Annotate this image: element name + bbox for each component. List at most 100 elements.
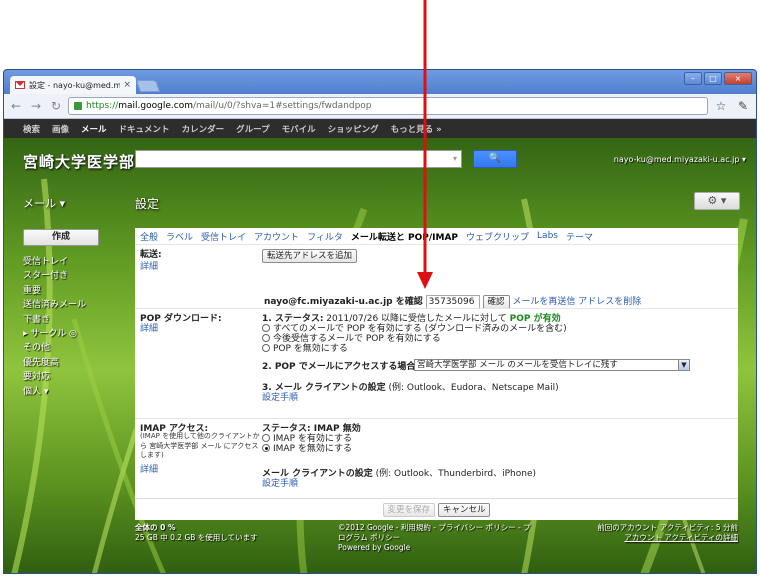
footer-links[interactable]: ©2012 Google - 利用規約 - プライバシー ポリシー - プログラ…	[338, 523, 531, 542]
address-bar[interactable]: https:// mail.google.com /mail/u/0/?shva…	[68, 97, 708, 115]
org-logo[interactable]: 宮崎大学医学部	[23, 151, 135, 172]
account-menu[interactable]: nayo-ku@med.miyazaki-u.ac.jp ▾	[614, 155, 746, 164]
pop-access-selected: 宮崎大学医学部 メール のメールを受信トレイに残す	[417, 360, 618, 370]
chevron-down-icon: ▼	[678, 360, 689, 370]
reload-icon[interactable]: ↻	[48, 98, 64, 114]
pop-disable-radio[interactable]	[262, 344, 270, 352]
mail-menu[interactable]: メール ▾	[23, 195, 65, 211]
nav-personal[interactable]: 個人 ▾	[23, 385, 133, 399]
imap-client-example: (例: Outlook、Thunderbird、iPhone)	[375, 469, 537, 479]
compose-button[interactable]: 作成	[23, 229, 99, 246]
gbar-documents[interactable]: ドキュメント	[119, 123, 170, 135]
activity-details-link[interactable]: アカウント アクティビティの詳細	[624, 533, 738, 542]
cancel-button[interactable]: キャンセル	[437, 503, 491, 517]
browser-toolbar: ← → ↻ https:// mail.google.com /mail/u/0…	[4, 94, 756, 119]
mail-search-input[interactable]: ▾	[135, 150, 462, 168]
search-options-icon[interactable]: ▾	[453, 154, 457, 163]
pop-section: POP ダウンロード: 詳細 1. ステータス: 2011/07/26 以降に受…	[135, 308, 738, 418]
maximize-button[interactable]: □	[704, 72, 722, 85]
nav-circles[interactable]: ▸ サークル ◎	[23, 327, 133, 341]
verify-address-label: nayo@fc.miyazaki-u.ac.jp を確認	[264, 297, 423, 307]
gmail-icon	[15, 81, 25, 89]
action-bar: 変更を保存 キャンセル	[135, 498, 738, 520]
tab-accounts[interactable]: アカウント	[254, 230, 299, 243]
browser-tab[interactable]: 設定 - nayo-ku@med.miyaz ×	[10, 76, 136, 94]
pop-access-select[interactable]: 宮崎大学医学部 メール のメールを受信トレイに残す ▼	[414, 359, 690, 371]
imap-section: IMAP アクセス: (IMAP を使用して他のクライアントから 宮崎大学医学部…	[135, 418, 738, 498]
gbar-images[interactable]: 画像	[52, 123, 69, 135]
imap-note: (IMAP を使用して他のクライアントから 宮崎大学医学部 メール にアクセスし…	[140, 432, 260, 459]
gbar-mobile[interactable]: モバイル	[282, 123, 316, 135]
url-scheme: https://	[86, 101, 119, 111]
gbar-calendar[interactable]: カレンダー	[182, 123, 225, 135]
tab-close-icon[interactable]: ×	[123, 80, 131, 90]
forwarding-section: 転送: 詳細 転送先アドレスを追加 nayo@fc.miyazaki-u.ac.…	[135, 244, 738, 309]
browser-window: 設定 - nayo-ku@med.miyaz × – □ × ← → ↻ htt…	[3, 69, 757, 574]
page-content: 検索 画像 メール ドキュメント カレンダー グループ モバイル ショッピング …	[4, 119, 756, 573]
powered-by: Powered by Google	[338, 543, 411, 552]
gbar-groups[interactable]: グループ	[236, 123, 270, 135]
imap-detail-link[interactable]: 詳細	[140, 462, 158, 475]
imap-disable-label: IMAP を無効にする	[273, 444, 352, 454]
forwarding-detail-link[interactable]: 詳細	[140, 259, 158, 272]
delete-address-link[interactable]: アドレスを削除	[578, 297, 641, 307]
url-host: mail.google.com	[118, 101, 193, 111]
imap-setup-link[interactable]: 設定手順	[262, 476, 298, 489]
storage-usage-title: 全体の 0 %	[135, 523, 176, 532]
save-changes-button[interactable]: 変更を保存	[382, 503, 436, 517]
page-title: 設定	[135, 197, 160, 211]
forward-arrow-icon[interactable]: →	[28, 98, 44, 114]
tab-inbox[interactable]: 受信トレイ	[201, 230, 246, 243]
resend-mail-link[interactable]: メールを再送信	[512, 297, 575, 307]
pop-detail-link[interactable]: 詳細	[140, 321, 158, 334]
window-controls: – □ ×	[684, 72, 752, 85]
imap-disable-radio[interactable]	[262, 444, 270, 452]
gbar-more[interactable]: もっと見る »	[391, 123, 442, 135]
pop-client-example: (例: Outlook、Eudora、Netscape Mail)	[388, 383, 559, 393]
pop-setup-link[interactable]: 設定手順	[262, 390, 298, 403]
nav-sent[interactable]: 送信済みメール	[23, 298, 133, 312]
search-button[interactable]: 🔍	[473, 150, 517, 168]
nav-todo[interactable]: 要対応	[23, 370, 133, 384]
close-window-button[interactable]: ×	[724, 72, 752, 85]
pop-disable-label: POP を無効にする	[273, 344, 348, 354]
tab-strip: 設定 - nayo-ku@med.miyaz × – □ ×	[4, 70, 756, 94]
gbar-shopping[interactable]: ショッピング	[328, 123, 379, 135]
tab-general[interactable]: 全般	[140, 230, 158, 243]
add-forwarding-address-button[interactable]: 転送先アドレスを追加	[262, 249, 358, 263]
tab-title: 設定 - nayo-ku@med.miyaz	[29, 80, 121, 90]
left-nav: 受信トレイ スター付き 重要 送信済みメール 下書き ▸ サークル ◎ その他 …	[23, 255, 133, 399]
pop-access-label: 2. POP でメールにアクセスする場合	[262, 362, 416, 372]
tab-filters[interactable]: フィルタ	[307, 230, 343, 243]
storage-usage-detail: 25 GB 中 0.2 GB を使用しています	[135, 533, 258, 542]
gbar-search[interactable]: 検索	[23, 123, 40, 135]
confirm-button[interactable]: 確認	[482, 295, 510, 309]
star-icon[interactable]: ☆	[712, 97, 730, 115]
settings-tabs: 全般 ラベル 受信トレイ アカウント フィルタ メール転送と POP/IMAP …	[135, 228, 738, 244]
tab-labs[interactable]: Labs	[537, 231, 558, 241]
last-activity: 前回のアカウント アクティビティ: 5 分前	[597, 523, 738, 532]
new-tab-button[interactable]	[135, 80, 161, 92]
lock-icon	[74, 102, 82, 110]
back-arrow-icon[interactable]: ←	[8, 98, 24, 114]
gbar-mail[interactable]: メール	[81, 123, 107, 135]
settings-panel: 全般 ラベル 受信トレイ アカウント フィルタ メール転送と POP/IMAP …	[135, 228, 738, 520]
nav-inbox[interactable]: 受信トレイ	[23, 255, 133, 269]
tab-labels[interactable]: ラベル	[166, 230, 193, 243]
nav-other[interactable]: その他	[23, 341, 133, 355]
search-icon: 🔍	[488, 153, 502, 164]
gear-menu-button[interactable]: ⚙ ▾	[694, 192, 740, 210]
tab-themes[interactable]: テーマ	[566, 230, 593, 243]
verification-code-input[interactable]: 35735096	[425, 294, 480, 309]
nav-starred[interactable]: スター付き	[23, 269, 133, 283]
footer: 全体の 0 % 25 GB 中 0.2 GB を使用しています ©2012 Go…	[135, 523, 738, 563]
tab-webclips[interactable]: ウェブクリップ	[466, 230, 529, 243]
nav-priority[interactable]: 優先度高	[23, 356, 133, 370]
nav-important[interactable]: 重要	[23, 284, 133, 298]
nav-drafts[interactable]: 下書き	[23, 313, 133, 327]
minimize-button[interactable]: –	[684, 72, 702, 85]
tab-forwarding-pop-imap[interactable]: メール転送と POP/IMAP	[351, 230, 458, 243]
google-bar: 検索 画像 メール ドキュメント カレンダー グループ モバイル ショッピング …	[4, 119, 756, 138]
wrench-icon[interactable]: ✎	[734, 97, 752, 115]
url-path: /mail/u/0/?shva=1#settings/fwdandpop	[192, 101, 372, 111]
